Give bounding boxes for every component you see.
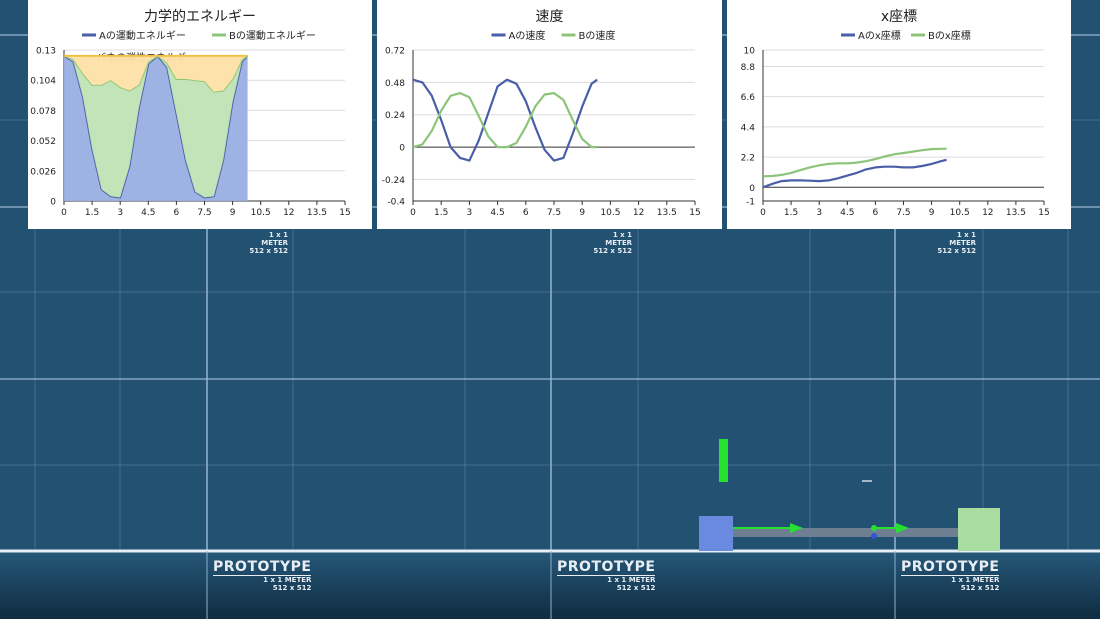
prototype-size-text: 512 x 512 [272, 584, 312, 592]
prototype-label: PROTOTYPE 1 x 1 METER 512 x 512 [213, 556, 312, 592]
prototype-size-text: 512 x 512 [937, 247, 976, 255]
y-tick-label: -1 [746, 198, 755, 208]
x-tick-label: 10.5 [600, 208, 620, 218]
x-tick-label: 15 [339, 208, 350, 218]
x-tick-label: 9 [929, 208, 935, 218]
force-marker [719, 439, 728, 482]
x-tick-label: 10.5 [950, 208, 970, 218]
x-tick-label: 1.5 [784, 208, 798, 218]
velocity-chart-panel: 速度 Aの速度 Bの速度 0.72 0.48 0.24 0 -0.24 -0.4 0 1.5 3 4.5… [377, 0, 722, 229]
prototype-size-text: 512 x 512 [249, 247, 288, 255]
prototype-label: PROTOTYPE 1 x 1 METER 512 x 512 [557, 556, 656, 592]
x-tick-label: 12 [982, 208, 993, 218]
prototype-size-text: 512 x 512 [616, 584, 656, 592]
y-tick-label: 2.2 [741, 154, 755, 164]
y-tick-label: 0.48 [385, 79, 405, 89]
x-tick-label: 13.5 [307, 208, 327, 218]
y-tick-label: 4.4 [741, 123, 756, 133]
spring [733, 528, 959, 537]
chart-title: 速度 [536, 9, 564, 25]
x-tick-label: 12 [283, 208, 294, 218]
legend-label: Bのx座標 [928, 29, 971, 42]
prototype-label: PROTOTYPE 1 x 1 METER 512 x 512 [901, 556, 1000, 592]
x-tick-label: 0 [760, 208, 766, 218]
chart-title: x座標 [881, 9, 917, 25]
block-b [958, 508, 1000, 551]
x-tick-label: 6 [174, 208, 180, 218]
line-series-0 [412, 78, 598, 162]
position-chart-panel: x座標 Aのx座標 Bのx座標 10 8.8 6.6 4.4 2.2 0 -1 0 1.5 3 4.5 6 7… [727, 0, 1071, 229]
y-tick-label: 0 [50, 198, 56, 208]
x-tick-label: 13.5 [1006, 208, 1026, 218]
attach-point-a [871, 533, 877, 539]
x-tick-label: 15 [689, 208, 700, 218]
x-tick-label: 3 [816, 208, 822, 218]
x-tick-label: 3 [467, 208, 473, 218]
y-tick-label: 0.078 [30, 107, 56, 117]
x-tick-label: 3 [117, 208, 123, 218]
prototype-meter-text: 1 x 1 METER [263, 576, 312, 584]
x-tick-label: 4.5 [840, 208, 854, 218]
prototype-meter-text: 1 x 1 METER [949, 231, 976, 247]
y-tick-label: 0 [749, 184, 755, 194]
x-tick-label: 0 [61, 208, 67, 218]
energy-chart-panel: 力学的エネルギーAの運動エネルギーBの運動エネルギーバネの弾性エネルギー0.13… [28, 0, 372, 229]
prototype-caption: 1 x 1 METER 512 x 512 [931, 231, 976, 255]
small-marker [862, 480, 872, 482]
chart-title: 力学的エネルギー [144, 9, 256, 25]
y-tick-label: 0.24 [385, 111, 405, 121]
prototype-meter-text: 1 x 1 METER [607, 576, 656, 584]
x-tick-label: 9 [579, 208, 585, 218]
legend-label: Aの運動エネルギー [99, 29, 186, 42]
x-tick-label: 4.5 [490, 208, 504, 218]
prototype-caption: 1 x 1 METER 512 x 512 [587, 231, 632, 255]
prototype-meter-text: 1 x 1 METER [951, 576, 1000, 584]
prototype-size-text: 512 x 512 [960, 584, 1000, 592]
legend-label: Aのx座標 [858, 29, 901, 42]
x-tick-label: 7.5 [197, 208, 211, 218]
y-tick-label: 0.052 [30, 137, 56, 147]
y-tick-label: 6.6 [741, 93, 756, 103]
x-tick-label: 7.5 [547, 208, 561, 218]
y-tick-label: 10 [744, 47, 756, 57]
prototype-title: PROTOTYPE [557, 559, 656, 576]
prototype-title: PROTOTYPE [213, 559, 312, 576]
x-tick-label: 7.5 [896, 208, 910, 218]
prototype-meter-text: 1 x 1 METER [605, 231, 632, 247]
x-tick-label: 1.5 [434, 208, 448, 218]
x-tick-label: 15 [1038, 208, 1049, 218]
y-tick-label: 0.72 [385, 47, 405, 57]
y-tick-label: 0.026 [30, 167, 56, 177]
line-series-1 [762, 147, 947, 178]
legend-label: Bの速度 [579, 29, 616, 42]
x-tick-label: 12 [633, 208, 644, 218]
x-tick-label: 6 [873, 208, 879, 218]
x-tick-label: 4.5 [141, 208, 155, 218]
x-tick-label: 13.5 [657, 208, 677, 218]
prototype-title: PROTOTYPE [901, 559, 1000, 576]
x-tick-label: 9 [230, 208, 236, 218]
x-tick-label: 10.5 [251, 208, 271, 218]
legend-label: Bの運動エネルギー [229, 29, 316, 42]
block-a [699, 516, 733, 551]
y-tick-label: 0.104 [30, 77, 56, 87]
y-tick-label: 0 [399, 144, 405, 154]
prototype-caption: 1 x 1 METER 512 x 512 [243, 231, 288, 255]
y-tick-label: -0.4 [387, 198, 405, 208]
y-tick-label: 0.13 [36, 47, 56, 57]
prototype-size-text: 512 x 512 [593, 247, 632, 255]
legend-label: Aの速度 [509, 29, 546, 42]
x-tick-label: 0 [410, 208, 416, 218]
x-tick-label: 1.5 [85, 208, 99, 218]
x-tick-label: 6 [523, 208, 529, 218]
prototype-meter-text: 1 x 1 METER [261, 231, 288, 247]
y-tick-label: -0.24 [382, 176, 406, 186]
y-tick-label: 8.8 [741, 63, 756, 73]
attach-point-b [871, 525, 877, 531]
